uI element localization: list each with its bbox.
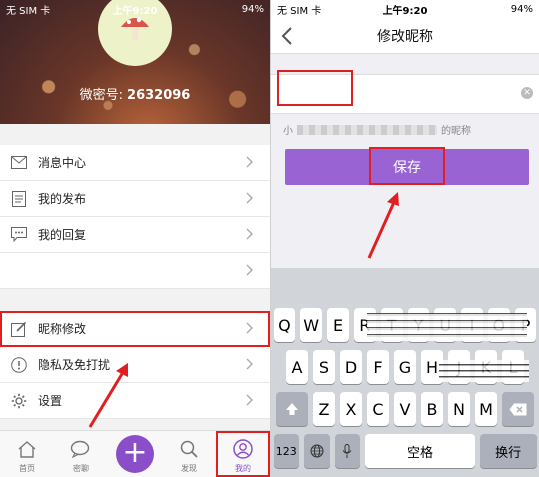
keyboard-row-3: ZXCVBNM <box>271 392 539 426</box>
tab-label: 密聊 <box>73 464 89 473</box>
menu-item-label: 隐私及免打扰 <box>38 358 111 372</box>
chevron-right-icon <box>246 228 254 243</box>
annotation-highlight-box <box>369 147 445 185</box>
menu-item-my-replies[interactable]: 我的回复 <box>0 217 270 253</box>
tab-add[interactable]: + <box>108 431 162 477</box>
menu-item-my-posts[interactable]: 我的发布 <box>0 181 270 217</box>
chat-icon <box>10 226 28 244</box>
edit-nickname-screen: 无 SIM 卡 上午9:20 94% 修改昵称 ✕ 小 的昵称 保存 QWERT… <box>271 0 539 477</box>
backspace-key[interactable] <box>502 392 534 426</box>
key-m[interactable]: M <box>475 392 497 426</box>
nickname-hint: 小 的昵称 <box>283 122 471 137</box>
edit-icon <box>10 320 28 338</box>
menu-item-label: 我的发布 <box>38 192 87 206</box>
microphone-icon <box>343 443 352 458</box>
key-c[interactable]: C <box>367 392 389 426</box>
menu-item-settings[interactable]: 设置 <box>0 383 270 419</box>
shift-icon <box>286 403 298 415</box>
keyboard-row-4: 123 空格 换行 <box>271 434 539 468</box>
key-w[interactable]: W <box>300 308 323 342</box>
redacted-keyboard-area <box>439 360 529 382</box>
chevron-right-icon <box>246 322 254 337</box>
blank-icon <box>10 262 28 280</box>
status-bar: 无 SIM 卡 上午9:20 94% <box>271 0 539 18</box>
chevron-right-icon <box>246 264 254 279</box>
chat-bubbles-icon <box>70 437 92 461</box>
wechat-id-value: 2632096 <box>127 88 191 103</box>
tab-discover[interactable]: 发现 <box>162 431 216 477</box>
menu-item-label: 设置 <box>38 394 63 408</box>
bottom-tab-bar: 首页 密聊 + 发现 我的 <box>0 430 270 477</box>
page-title: 修改昵称 <box>377 28 433 45</box>
annotation-highlight-box <box>277 70 353 106</box>
clear-icon[interactable]: ✕ <box>521 87 533 99</box>
annotation-arrow-icon <box>367 192 399 259</box>
hint-prefix: 小 <box>283 126 293 137</box>
gear-icon <box>10 392 28 410</box>
key-s[interactable]: S <box>313 350 335 384</box>
redacted-name <box>297 124 437 135</box>
key-a[interactable]: A <box>286 350 308 384</box>
plus-icon: + <box>116 435 154 473</box>
menu-item-privacy[interactable]: 隐私及免打扰 <box>0 347 270 383</box>
backspace-icon <box>509 403 527 415</box>
return-key[interactable]: 换行 <box>479 434 537 468</box>
tab-label: 发现 <box>181 464 197 473</box>
redacted-keyboard-area <box>367 313 527 341</box>
keyboard: QWERTYUIOP ASDFGHJKL ZXCVBNM 123 空格 换行 <box>271 268 539 477</box>
menu-item-label: 昵称修改 <box>38 322 87 336</box>
mail-icon <box>10 154 28 172</box>
wechat-id-label: 微密号: <box>79 88 124 103</box>
menu-item-label: 我的回复 <box>38 228 87 242</box>
keyboard-row-3-letters: ZXCVBNM <box>311 392 500 426</box>
space-key[interactable]: 空格 <box>365 434 475 468</box>
numbers-key[interactable]: 123 <box>273 434 300 468</box>
info-icon <box>10 356 28 374</box>
key-q[interactable]: Q <box>273 308 296 342</box>
carrier-text: 无 SIM 卡 <box>277 5 322 17</box>
microphone-key[interactable] <box>334 434 361 468</box>
status-bar: 无 SIM 卡 上午9:20 94% <box>0 0 270 18</box>
key-v[interactable]: V <box>394 392 416 426</box>
key-f[interactable]: F <box>367 350 389 384</box>
shift-key[interactable] <box>276 392 308 426</box>
globe-key[interactable] <box>304 434 330 468</box>
tab-label: 我的 <box>235 464 251 473</box>
key-x[interactable]: X <box>340 392 362 426</box>
menu-item-label: 消息中心 <box>38 156 87 170</box>
hint-suffix: 的昵称 <box>441 126 471 137</box>
key-n[interactable]: N <box>448 392 470 426</box>
profile-screen: 无 SIM 卡 上午9:20 94% 微密号: 2632096 消息中心 我的发布… <box>0 0 270 477</box>
chevron-right-icon <box>246 192 254 207</box>
tab-mine[interactable]: 我的 <box>216 431 270 477</box>
carrier-text: 无 SIM 卡 <box>6 5 51 17</box>
key-e[interactable]: E <box>327 308 349 342</box>
battery-text: 94% <box>241 3 264 15</box>
back-arrow-icon[interactable] <box>281 26 293 50</box>
profile-icon <box>233 437 253 461</box>
tab-label: 首页 <box>19 464 35 473</box>
search-icon <box>180 437 198 461</box>
tab-private-chat[interactable]: 密聊 <box>54 431 108 477</box>
key-b[interactable]: B <box>421 392 443 426</box>
chevron-right-icon <box>246 394 254 409</box>
key-z[interactable]: Z <box>313 392 335 426</box>
navigation-bar: 修改昵称 <box>271 18 539 54</box>
battery-text: 94% <box>510 3 533 15</box>
key-d[interactable]: D <box>340 350 362 384</box>
globe-icon <box>310 444 324 458</box>
chevron-right-icon <box>246 358 254 373</box>
menu-group-secondary: 昵称修改 隐私及免打扰 设置 <box>0 311 270 419</box>
menu-group-primary: 消息中心 我的发布 我的回复 <box>0 145 270 289</box>
key-g[interactable]: G <box>394 350 416 384</box>
chevron-right-icon <box>246 156 254 171</box>
home-icon <box>17 437 37 461</box>
document-icon <box>10 190 28 208</box>
menu-item-nickname-edit[interactable]: 昵称修改 <box>0 311 270 347</box>
menu-item-hidden[interactable] <box>0 253 270 289</box>
wechat-id-display: 微密号: 2632096 <box>0 84 270 103</box>
tab-home[interactable]: 首页 <box>0 431 54 477</box>
menu-item-messages[interactable]: 消息中心 <box>0 145 270 181</box>
